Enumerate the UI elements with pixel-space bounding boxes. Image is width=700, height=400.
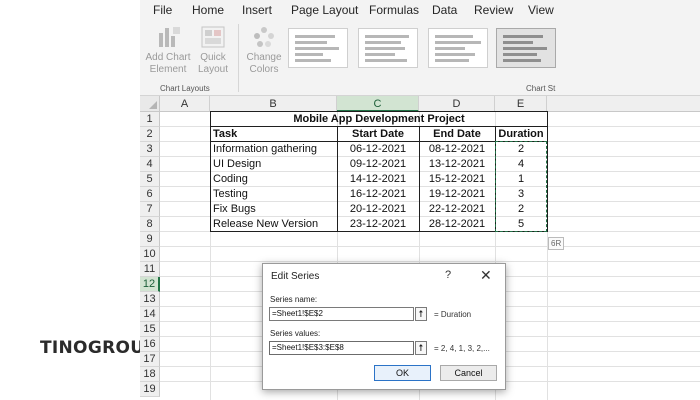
row-header-5[interactable]: 5 <box>140 172 160 187</box>
menu-formulas[interactable]: Formulas <box>369 3 419 17</box>
start-date-cell[interactable]: 20-12-2021 <box>338 202 418 217</box>
col-header-overflow <box>547 96 700 112</box>
gridline <box>160 261 700 262</box>
collapse-dialog-icon[interactable]: ⭡ <box>415 307 427 321</box>
task-cell[interactable]: Information gathering <box>213 142 335 157</box>
ok-button[interactable]: OK <box>374 365 431 381</box>
ribbon-separator <box>238 24 239 92</box>
quick-layout-label: Quick Layout <box>197 52 229 75</box>
chart-styles-group-label: Chart St <box>526 84 556 93</box>
series-name-input[interactable]: =Sheet1!$E$2 <box>269 307 414 321</box>
header-start-date-cell[interactable]: Start Date <box>338 127 418 142</box>
series-values-label: Series values: <box>270 329 321 338</box>
sheet-title-cell[interactable]: Mobile App Development Project <box>211 112 547 127</box>
chart-style-thumb-2[interactable] <box>358 28 418 68</box>
series-name-label: Series name: <box>270 295 318 304</box>
menu-data[interactable]: Data <box>432 3 457 17</box>
row-header-8[interactable]: 8 <box>140 217 160 232</box>
start-date-cell[interactable]: 16-12-2021 <box>338 187 418 202</box>
change-colors-icon <box>251 25 277 49</box>
menu-home[interactable]: Home <box>192 3 224 17</box>
start-date-cell[interactable]: 09-12-2021 <box>338 157 418 172</box>
header-duration-cell[interactable]: Duration <box>496 127 546 142</box>
end-date-cell[interactable]: 08-12-2021 <box>420 142 494 157</box>
row-header-7[interactable]: 7 <box>140 202 160 217</box>
start-date-cell[interactable]: 23-12-2021 <box>338 217 418 232</box>
add-chart-element-label: Add Chart Element <box>145 52 191 75</box>
task-cell[interactable]: Fix Bugs <box>213 202 335 217</box>
row-header-17[interactable]: 17 <box>140 352 160 367</box>
copy-selection-marquee <box>495 141 547 232</box>
col-header-e[interactable]: E <box>495 96 547 112</box>
row-header-9[interactable]: 9 <box>140 232 160 247</box>
end-date-cell[interactable]: 13-12-2021 <box>420 157 494 172</box>
header-end-date-cell[interactable]: End Date <box>420 127 494 142</box>
side-tag: 6R <box>548 237 565 250</box>
menu-page-layout[interactable]: Page Layout <box>291 3 358 17</box>
task-cell[interactable]: Coding <box>213 172 335 187</box>
add-chart-element-button[interactable]: Add Chart Element <box>145 25 191 76</box>
row-header-2[interactable]: 2 <box>140 127 160 142</box>
series-values-input[interactable]: =Sheet1!$E$3:$E$8 <box>269 341 414 355</box>
task-cell[interactable]: UI Design <box>213 157 335 172</box>
chart-layouts-group-label: Chart Layouts <box>160 84 210 93</box>
ribbon: Add Chart Element Quick Layout Change Co… <box>140 20 700 96</box>
start-date-cell[interactable]: 14-12-2021 <box>338 172 418 187</box>
task-cell[interactable]: Testing <box>213 187 335 202</box>
row-header-14[interactable]: 14 <box>140 307 160 322</box>
select-all-corner[interactable] <box>140 96 160 112</box>
end-date-cell[interactable]: 22-12-2021 <box>420 202 494 217</box>
change-colors-button[interactable]: Change Colors <box>242 25 286 76</box>
row-header-11[interactable]: 11 <box>140 262 160 277</box>
col-header-b[interactable]: B <box>210 96 337 112</box>
row-header-19[interactable]: 19 <box>140 382 160 397</box>
col-header-c[interactable]: C <box>337 96 419 112</box>
row-header-3[interactable]: 3 <box>140 142 160 157</box>
end-date-cell[interactable]: 28-12-2021 <box>420 217 494 232</box>
collapse-dialog-icon[interactable]: ⭡ <box>415 341 427 355</box>
row-header-12[interactable]: 12 <box>140 277 160 292</box>
row-header-6[interactable]: 6 <box>140 187 160 202</box>
header-task-cell[interactable]: Task <box>213 127 335 142</box>
row-header-15[interactable]: 15 <box>140 322 160 337</box>
chart-style-thumb-3[interactable] <box>428 28 488 68</box>
chart-style-thumb-1[interactable] <box>288 28 348 68</box>
change-colors-label: Change Colors <box>246 52 282 75</box>
col-header-d[interactable]: D <box>419 96 495 112</box>
menu-bar: File Home Insert Page Layout Formulas Da… <box>140 0 700 20</box>
series-values-result: = 2, 4, 1, 3, 2,... <box>434 344 490 353</box>
help-button[interactable]: ? <box>445 269 451 281</box>
close-icon[interactable]: ✕ <box>480 267 492 284</box>
end-date-cell[interactable]: 19-12-2021 <box>420 187 494 202</box>
dialog-title: Edit Series <box>271 271 320 282</box>
quick-layout-icon <box>200 25 226 49</box>
row-header-10[interactable]: 10 <box>140 247 160 262</box>
quick-layout-button[interactable]: Quick Layout <box>193 25 233 76</box>
task-cell[interactable]: Release New Version <box>213 217 335 232</box>
gridline <box>160 246 700 247</box>
menu-review[interactable]: Review <box>474 3 513 17</box>
row-header-1[interactable]: 1 <box>140 112 160 127</box>
series-name-result: = Duration <box>434 310 472 319</box>
menu-view[interactable]: View <box>528 3 554 17</box>
row-header-16[interactable]: 16 <box>140 337 160 352</box>
chart-style-thumb-4[interactable] <box>496 28 556 68</box>
add-chart-element-icon <box>155 25 181 49</box>
start-date-cell[interactable]: 06-12-2021 <box>338 142 418 157</box>
menu-insert[interactable]: Insert <box>242 3 272 17</box>
col-header-a[interactable]: A <box>160 96 210 112</box>
row-header-18[interactable]: 18 <box>140 367 160 382</box>
end-date-cell[interactable]: 15-12-2021 <box>420 172 494 187</box>
cancel-button[interactable]: Cancel <box>440 365 497 381</box>
menu-file[interactable]: File <box>153 3 172 17</box>
row-header-4[interactable]: 4 <box>140 157 160 172</box>
brand-name-left: TINO <box>40 338 88 358</box>
edit-series-dialog: Edit Series ? ✕ Series name: =Sheet1!$E$… <box>262 263 506 390</box>
excel-window: File Home Insert Page Layout Formulas Da… <box>140 0 700 400</box>
row-header-13[interactable]: 13 <box>140 292 160 307</box>
